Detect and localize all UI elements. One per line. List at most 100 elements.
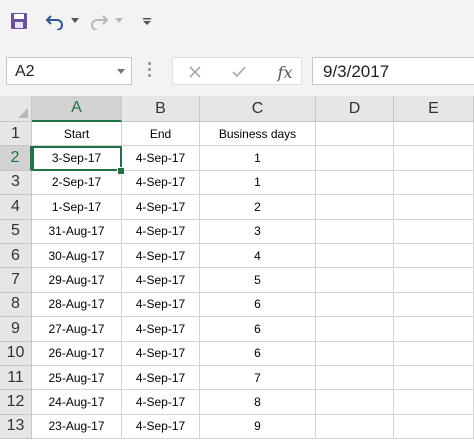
cell-e9[interactable] bbox=[394, 317, 474, 342]
row-header-13[interactable]: 13 bbox=[0, 414, 32, 440]
cell-b8[interactable]: 4-Sep-17 bbox=[122, 292, 200, 318]
cell-e12[interactable] bbox=[394, 390, 474, 415]
redo-dropdown-icon[interactable] bbox=[112, 8, 126, 34]
undo-icon[interactable] bbox=[42, 8, 68, 34]
cell-b4[interactable]: 4-Sep-17 bbox=[122, 195, 200, 220]
cell-b13[interactable]: 4-Sep-17 bbox=[122, 414, 200, 440]
cell-d2[interactable] bbox=[316, 146, 394, 171]
cell-a12[interactable]: 24-Aug-17 bbox=[32, 390, 122, 415]
cell-e5[interactable] bbox=[394, 219, 474, 244]
cell-a2[interactable]: 3-Sep-17 bbox=[32, 146, 122, 171]
cell-d9[interactable] bbox=[316, 317, 394, 342]
row-header-6[interactable]: 6 bbox=[0, 244, 32, 269]
column-header-b[interactable]: B bbox=[122, 96, 200, 122]
cell-e2[interactable] bbox=[394, 146, 474, 171]
cancel-icon[interactable] bbox=[175, 58, 215, 86]
cell-a9[interactable]: 27-Aug-17 bbox=[32, 317, 122, 342]
column-header-e[interactable]: E bbox=[394, 96, 474, 122]
cell-e13[interactable] bbox=[394, 414, 474, 440]
cell-e8[interactable] bbox=[394, 292, 474, 318]
column-header-d[interactable]: D bbox=[316, 96, 394, 122]
cell-c9[interactable]: 6 bbox=[200, 317, 316, 342]
customize-toolbar-icon[interactable] bbox=[138, 8, 156, 34]
fill-handle[interactable] bbox=[117, 167, 125, 175]
cell-d7[interactable] bbox=[316, 268, 394, 293]
cell-c11[interactable]: 7 bbox=[200, 366, 316, 391]
cell-c13[interactable]: 9 bbox=[200, 414, 316, 440]
cell-c8[interactable]: 6 bbox=[200, 292, 316, 318]
row-header-5[interactable]: 5 bbox=[0, 219, 32, 244]
grip-icon[interactable] bbox=[148, 62, 151, 82]
name-box[interactable]: A2 bbox=[6, 57, 132, 85]
cell-d6[interactable] bbox=[316, 244, 394, 269]
row-header-2[interactable]: 2 bbox=[0, 146, 32, 171]
enter-check-icon[interactable] bbox=[219, 58, 259, 86]
cell-b7[interactable]: 4-Sep-17 bbox=[122, 268, 200, 293]
save-icon[interactable] bbox=[6, 8, 32, 34]
cell-d10[interactable] bbox=[316, 341, 394, 366]
cell-b9[interactable]: 4-Sep-17 bbox=[122, 317, 200, 342]
cell-a13[interactable]: 23-Aug-17 bbox=[32, 414, 122, 440]
cell-c1[interactable]: Business days bbox=[200, 122, 316, 147]
row-header-3[interactable]: 3 bbox=[0, 170, 32, 196]
row-header-9[interactable]: 9 bbox=[0, 317, 32, 342]
cell-d1[interactable] bbox=[316, 122, 394, 147]
cell-c12[interactable]: 8 bbox=[200, 390, 316, 415]
cell-e7[interactable] bbox=[394, 268, 474, 293]
row-header-12[interactable]: 12 bbox=[0, 390, 32, 415]
cell-a4[interactable]: 1-Sep-17 bbox=[32, 195, 122, 220]
cell-c3[interactable]: 1 bbox=[200, 170, 316, 196]
name-box-dropdown-icon[interactable] bbox=[117, 69, 125, 74]
formula-input[interactable]: 9/3/2017 bbox=[312, 57, 474, 85]
cell-a5[interactable]: 31-Aug-17 bbox=[32, 219, 122, 244]
cell-d5[interactable] bbox=[316, 219, 394, 244]
column-header-c[interactable]: C bbox=[200, 96, 316, 122]
cell-a11[interactable]: 25-Aug-17 bbox=[32, 366, 122, 391]
cell-d8[interactable] bbox=[316, 292, 394, 318]
cell-c4[interactable]: 2 bbox=[200, 195, 316, 220]
cell-d13[interactable] bbox=[316, 414, 394, 440]
cell-a10[interactable]: 26-Aug-17 bbox=[32, 341, 122, 366]
cell-b12[interactable]: 4-Sep-17 bbox=[122, 390, 200, 415]
cell-e10[interactable] bbox=[394, 341, 474, 366]
redo-icon[interactable] bbox=[86, 8, 112, 34]
cell-e4[interactable] bbox=[394, 195, 474, 220]
row-header-1[interactable]: 1 bbox=[0, 122, 32, 147]
cell-d11[interactable] bbox=[316, 366, 394, 391]
cell-a6[interactable]: 30-Aug-17 bbox=[32, 244, 122, 269]
row-header-8[interactable]: 8 bbox=[0, 292, 32, 318]
cell-b3[interactable]: 4-Sep-17 bbox=[122, 170, 200, 196]
cell-d3[interactable] bbox=[316, 170, 394, 196]
cell-e6[interactable] bbox=[394, 244, 474, 269]
cell-a3[interactable]: 2-Sep-17 bbox=[32, 170, 122, 196]
cell-c2[interactable]: 1 bbox=[200, 146, 316, 171]
cell-b1[interactable]: End bbox=[122, 122, 200, 147]
cell-c7[interactable]: 5 bbox=[200, 268, 316, 293]
cell-a7[interactable]: 29-Aug-17 bbox=[32, 268, 122, 293]
undo-dropdown-icon[interactable] bbox=[68, 8, 82, 34]
cell-b5[interactable]: 4-Sep-17 bbox=[122, 219, 200, 244]
cell-a8[interactable]: 28-Aug-17 bbox=[32, 292, 122, 318]
row-header-11[interactable]: 11 bbox=[0, 366, 32, 391]
cell-c5[interactable]: 3 bbox=[200, 219, 316, 244]
cell-c6[interactable]: 4 bbox=[200, 244, 316, 269]
cell-d12[interactable] bbox=[316, 390, 394, 415]
row-header-4[interactable]: 4 bbox=[0, 195, 32, 220]
cell-a1[interactable]: Start bbox=[32, 122, 122, 147]
row-header-7[interactable]: 7 bbox=[0, 268, 32, 293]
cell-e1[interactable] bbox=[394, 122, 474, 147]
cell-e11[interactable] bbox=[394, 366, 474, 391]
select-all-corner[interactable] bbox=[0, 96, 32, 122]
column-header-a[interactable]: A bbox=[32, 96, 122, 122]
insert-function-button[interactable]: fx bbox=[265, 58, 305, 86]
cell-b11[interactable]: 4-Sep-17 bbox=[122, 366, 200, 391]
row-header-10[interactable]: 10 bbox=[0, 341, 32, 366]
cell-c10[interactable]: 6 bbox=[200, 341, 316, 366]
cell-b6[interactable]: 4-Sep-17 bbox=[122, 244, 200, 269]
cell-d4[interactable] bbox=[316, 195, 394, 220]
name-box-value: A2 bbox=[15, 63, 35, 80]
cell-b2[interactable]: 4-Sep-17 bbox=[122, 146, 200, 171]
cell-e3[interactable] bbox=[394, 170, 474, 196]
formula-value: 9/3/2017 bbox=[323, 62, 390, 81]
cell-b10[interactable]: 4-Sep-17 bbox=[122, 341, 200, 366]
